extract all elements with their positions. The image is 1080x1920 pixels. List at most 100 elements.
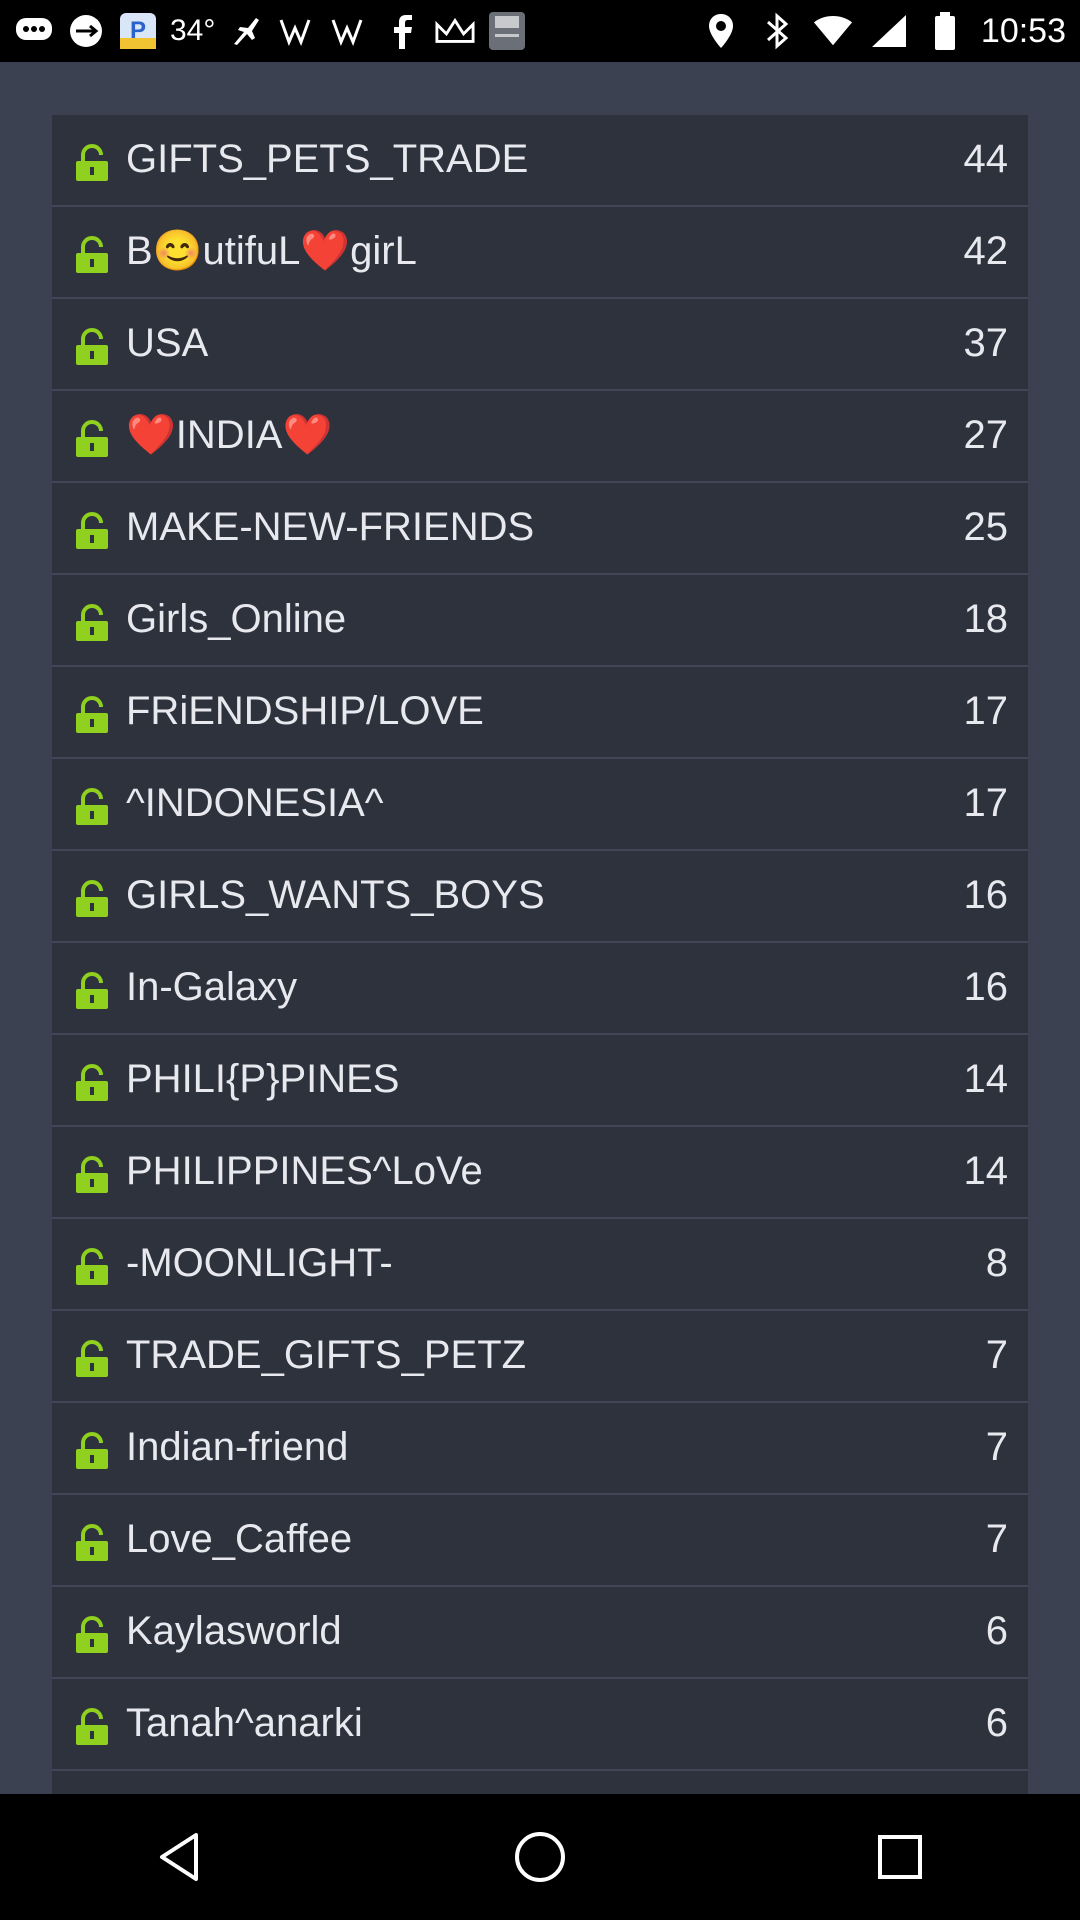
room-row[interactable]: B😊utifuL❤️girL 42 bbox=[52, 207, 1028, 299]
room-name: TRADE_GIFTS_PETZ bbox=[126, 1333, 527, 1377]
room-name: Tanah^anarki bbox=[126, 1701, 363, 1745]
room-row[interactable]: MAKE-NEW-FRIENDS 25 bbox=[52, 483, 1028, 575]
room-user-count: 16 bbox=[963, 965, 1009, 1009]
room-row[interactable]: -MOONLIGHT- 8 bbox=[52, 1219, 1028, 1311]
room-row[interactable]: PHILIPPINES^LoVe 14 bbox=[52, 1127, 1028, 1219]
room-name: PHILI{P}PINES bbox=[126, 1057, 400, 1101]
recents-button[interactable] bbox=[840, 1807, 960, 1907]
room-name: PHILIPPINES^LoVe bbox=[126, 1149, 483, 1193]
room-row[interactable]: PHILI{P}PINES 14 bbox=[52, 1035, 1028, 1127]
lock-icon bbox=[76, 1248, 108, 1285]
lock-icon bbox=[76, 420, 108, 457]
room-user-count: 18 bbox=[963, 597, 1009, 641]
room-row[interactable]: ^INDONESIA^ 17 bbox=[52, 759, 1028, 851]
room-row[interactable]: In-Galaxy 16 bbox=[52, 943, 1028, 1035]
lock-icon bbox=[76, 1708, 108, 1745]
signal-icon bbox=[279, 11, 319, 51]
lock-icon bbox=[76, 604, 108, 641]
room-user-count: 7 bbox=[985, 1333, 1008, 1377]
bluetooth-icon bbox=[757, 11, 797, 51]
room-row[interactable]: ❤️INDIA❤️ 27 bbox=[52, 391, 1028, 483]
room-name: GIFTS_PETS_TRADE bbox=[126, 137, 529, 181]
room-name: FRiENDSHIP/LOVE bbox=[126, 689, 484, 733]
room-user-count: 6 bbox=[985, 1701, 1008, 1745]
lock-icon bbox=[76, 236, 108, 273]
room-user-count: 14 bbox=[963, 1057, 1009, 1101]
lock-icon bbox=[76, 1064, 108, 1101]
room-name: ❤️INDIA❤️ bbox=[126, 413, 333, 457]
room-user-count: 37 bbox=[963, 321, 1009, 365]
back-button[interactable] bbox=[120, 1807, 240, 1907]
room-name: Indian-friend bbox=[126, 1425, 349, 1469]
room-row[interactable]: Kaylasworld 6 bbox=[52, 1587, 1028, 1679]
chat-icon bbox=[14, 11, 54, 51]
room-row[interactable]: Indian-friend 7 bbox=[52, 1403, 1028, 1495]
lock-icon bbox=[76, 788, 108, 825]
lock-icon bbox=[76, 972, 108, 1009]
room-row-partial[interactable] bbox=[52, 1771, 1028, 1794]
room-list-screen: GIFTS_PETS_TRADE 44 B😊utifuL❤️girL 42 USA 37 ❤… bbox=[0, 62, 1080, 1794]
lock-icon bbox=[76, 144, 108, 181]
signal-icon bbox=[331, 11, 371, 51]
room-row[interactable]: USA 37 bbox=[52, 299, 1028, 391]
room-name: In-Galaxy bbox=[126, 965, 298, 1009]
svg-text:P: P bbox=[130, 17, 146, 44]
home-icon bbox=[515, 1832, 565, 1882]
lock-icon bbox=[76, 512, 108, 549]
battery-icon bbox=[925, 11, 965, 51]
room-name: USA bbox=[126, 321, 209, 365]
crown-icon bbox=[435, 11, 475, 51]
cellular-signal-icon bbox=[869, 11, 909, 51]
lock-icon bbox=[76, 1616, 108, 1653]
room-name: Kaylasworld bbox=[126, 1609, 342, 1653]
clock-time: 10:53 bbox=[980, 11, 1066, 50]
status-left-icons: P 34° bbox=[14, 6, 527, 56]
lock-icon bbox=[76, 1156, 108, 1193]
room-name: MAKE-NEW-FRIENDS bbox=[126, 505, 535, 549]
room-name: -MOONLIGHT- bbox=[126, 1241, 393, 1285]
room-user-count: 14 bbox=[963, 1149, 1009, 1193]
room-user-count: 17 bbox=[963, 689, 1009, 733]
room-row[interactable]: GIRLS_WANTS_BOYS 16 bbox=[52, 851, 1028, 943]
room-user-count: 44 bbox=[963, 137, 1009, 181]
room-name: B😊utifuL❤️girL bbox=[126, 229, 417, 273]
recents-icon bbox=[878, 1835, 922, 1879]
room-user-count: 17 bbox=[963, 781, 1009, 825]
room-row[interactable]: Girls_Online 18 bbox=[52, 575, 1028, 667]
room-name: Girls_Online bbox=[126, 597, 347, 641]
usb-icon bbox=[66, 11, 106, 51]
wifi-icon bbox=[813, 11, 853, 51]
room-row[interactable]: Love_Caffee 7 bbox=[52, 1495, 1028, 1587]
airplane-icon bbox=[227, 11, 267, 51]
p-app-icon: P bbox=[118, 11, 158, 51]
status-bar: P 34° 10:53 bbox=[0, 0, 1080, 62]
room-user-count: 16 bbox=[963, 873, 1009, 917]
lock-icon bbox=[76, 1432, 108, 1469]
status-right-icons: 10:53 bbox=[701, 6, 1066, 56]
lock-icon bbox=[76, 1340, 108, 1377]
home-button[interactable] bbox=[480, 1807, 600, 1907]
lock-icon bbox=[76, 328, 108, 365]
room-user-count: 7 bbox=[985, 1517, 1008, 1561]
navigation-bar bbox=[0, 1794, 1080, 1920]
room-name: GIRLS_WANTS_BOYS bbox=[126, 873, 545, 917]
room-user-count: 25 bbox=[963, 505, 1009, 549]
bible-app-icon bbox=[487, 11, 527, 51]
location-icon bbox=[701, 11, 741, 51]
room-user-count: 27 bbox=[963, 413, 1009, 457]
back-icon bbox=[160, 1833, 198, 1881]
room-list: GIFTS_PETS_TRADE 44 B😊utifuL❤️girL 42 USA 37 ❤… bbox=[52, 115, 1028, 1794]
room-row[interactable]: Tanah^anarki 6 bbox=[52, 1679, 1028, 1771]
facebook-icon bbox=[383, 11, 423, 51]
room-row[interactable]: TRADE_GIFTS_PETZ 7 bbox=[52, 1311, 1028, 1403]
room-row[interactable]: FRiENDSHIP/LOVE 17 bbox=[52, 667, 1028, 759]
lock-icon bbox=[76, 696, 108, 733]
room-name: Love_Caffee bbox=[126, 1517, 353, 1561]
temperature-text: 34° bbox=[170, 14, 216, 47]
room-name: ^INDONESIA^ bbox=[126, 781, 384, 825]
room-row[interactable]: GIFTS_PETS_TRADE 44 bbox=[52, 115, 1028, 207]
lock-icon bbox=[76, 1524, 108, 1561]
room-user-count: 42 bbox=[963, 229, 1009, 273]
room-user-count: 7 bbox=[985, 1425, 1008, 1469]
room-user-count: 6 bbox=[985, 1609, 1008, 1653]
